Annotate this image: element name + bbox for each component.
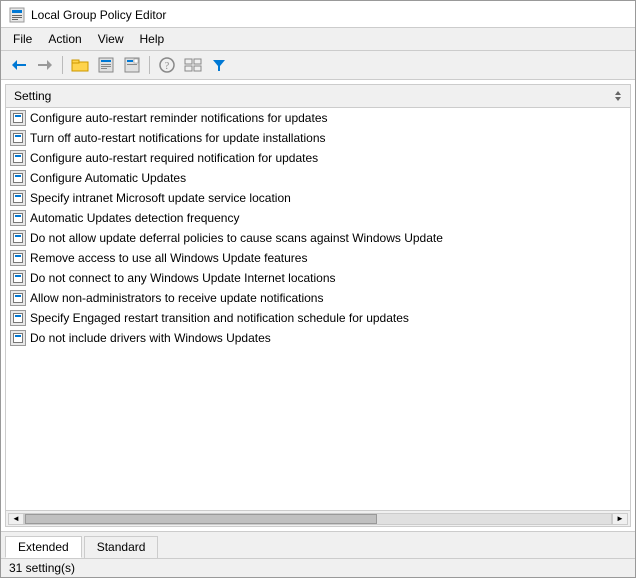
list-item[interactable]: Allow non-administrators to receive upda… xyxy=(6,288,630,308)
help-button[interactable]: ? xyxy=(155,54,179,76)
list-item-text: Turn off auto-restart notifications for … xyxy=(30,131,326,145)
scroll-indicator-icon xyxy=(614,89,622,103)
scroll-right-button[interactable]: ► xyxy=(612,513,628,525)
filter-icon xyxy=(211,57,227,73)
folder-open-button[interactable] xyxy=(68,54,92,76)
list-item-text: Specify Engaged restart transition and n… xyxy=(30,311,409,325)
menu-bar: File Action View Help xyxy=(1,28,635,51)
view-icon xyxy=(184,57,202,73)
title-bar: Local Group Policy Editor xyxy=(1,1,635,28)
list-item-text: Specify intranet Microsoft update servic… xyxy=(30,191,291,205)
bottom-tabs: Extended Standard xyxy=(1,531,635,558)
tab-extended[interactable]: Extended xyxy=(5,536,82,558)
help-icon: ? xyxy=(159,57,175,73)
folder-icon xyxy=(71,57,89,73)
list-item-text: Do not allow update deferral policies to… xyxy=(30,231,443,245)
menu-file[interactable]: File xyxy=(5,30,40,48)
status-text: 31 setting(s) xyxy=(9,561,75,575)
back-icon xyxy=(11,58,27,72)
filter-button[interactable] xyxy=(207,54,231,76)
list-item-icon xyxy=(10,250,26,266)
list-item[interactable]: Do not include drivers with Windows Upda… xyxy=(6,328,630,348)
list-item[interactable]: Specify Engaged restart transition and n… xyxy=(6,308,630,328)
main-content: Setting Configure auto-restart reminder … xyxy=(1,80,635,531)
list-item[interactable]: Configure Automatic Updates xyxy=(6,168,630,188)
list-item[interactable]: Automatic Updates detection frequency xyxy=(6,208,630,228)
menu-action[interactable]: Action xyxy=(40,30,89,48)
list-item-icon xyxy=(10,330,26,346)
list-item-icon xyxy=(10,170,26,186)
list-item[interactable]: Configure auto-restart reminder notifica… xyxy=(6,108,630,128)
toolbar-sep-2 xyxy=(149,56,150,74)
list-item-text: Configure auto-restart reminder notifica… xyxy=(30,111,328,125)
svg-text:?: ? xyxy=(165,61,170,72)
tab-standard[interactable]: Standard xyxy=(84,536,159,558)
forward-button[interactable] xyxy=(33,54,57,76)
app-icon xyxy=(9,7,25,23)
list-item-icon xyxy=(10,110,26,126)
list-item[interactable]: Configure auto-restart required notifica… xyxy=(6,148,630,168)
list-header: Setting xyxy=(6,85,630,108)
view-button[interactable] xyxy=(181,54,205,76)
back-button[interactable] xyxy=(7,54,31,76)
list-item-text: Remove access to use all Windows Update … xyxy=(30,251,307,265)
scroll-thumb[interactable] xyxy=(25,514,377,524)
list-item-icon xyxy=(10,310,26,326)
toolbar-sep-1 xyxy=(62,56,63,74)
properties-icon xyxy=(97,57,115,73)
list-item-icon xyxy=(10,150,26,166)
properties-button[interactable] xyxy=(94,54,118,76)
list-item[interactable]: Do not allow update deferral policies to… xyxy=(6,228,630,248)
list-body[interactable]: Configure auto-restart reminder notifica… xyxy=(6,108,630,510)
list-item-icon xyxy=(10,230,26,246)
menu-view[interactable]: View xyxy=(90,30,132,48)
list-item[interactable]: Do not connect to any Windows Update Int… xyxy=(6,268,630,288)
status-bar: 31 setting(s) xyxy=(1,558,635,577)
column-setting: Setting xyxy=(14,89,51,103)
list-item-text: Configure auto-restart required notifica… xyxy=(30,151,318,165)
main-window: Local Group Policy Editor File Action Vi… xyxy=(0,0,636,578)
toolbar: ? xyxy=(1,51,635,80)
list-item-text: Configure Automatic Updates xyxy=(30,171,186,185)
export-icon xyxy=(123,57,141,73)
scroll-track xyxy=(24,513,612,525)
list-item-icon xyxy=(10,290,26,306)
export-button[interactable] xyxy=(120,54,144,76)
list-item-text: Allow non-administrators to receive upda… xyxy=(30,291,323,305)
scroll-left-button[interactable]: ◄ xyxy=(8,513,24,525)
list-item[interactable]: Turn off auto-restart notifications for … xyxy=(6,128,630,148)
list-item-text: Do not include drivers with Windows Upda… xyxy=(30,331,271,345)
list-item-text: Automatic Updates detection frequency xyxy=(30,211,239,225)
forward-icon xyxy=(37,58,53,72)
list-item-icon xyxy=(10,130,26,146)
window-title: Local Group Policy Editor xyxy=(31,8,166,22)
menu-help[interactable]: Help xyxy=(132,30,173,48)
list-item-text: Do not connect to any Windows Update Int… xyxy=(30,271,336,285)
list-item-icon xyxy=(10,190,26,206)
list-item-icon xyxy=(10,210,26,226)
list-item[interactable]: Specify intranet Microsoft update servic… xyxy=(6,188,630,208)
list-panel: Setting Configure auto-restart reminder … xyxy=(5,84,631,527)
list-item-icon xyxy=(10,270,26,286)
list-item[interactable]: Remove access to use all Windows Update … xyxy=(6,248,630,268)
horizontal-scrollbar[interactable]: ◄ ► xyxy=(6,510,630,526)
